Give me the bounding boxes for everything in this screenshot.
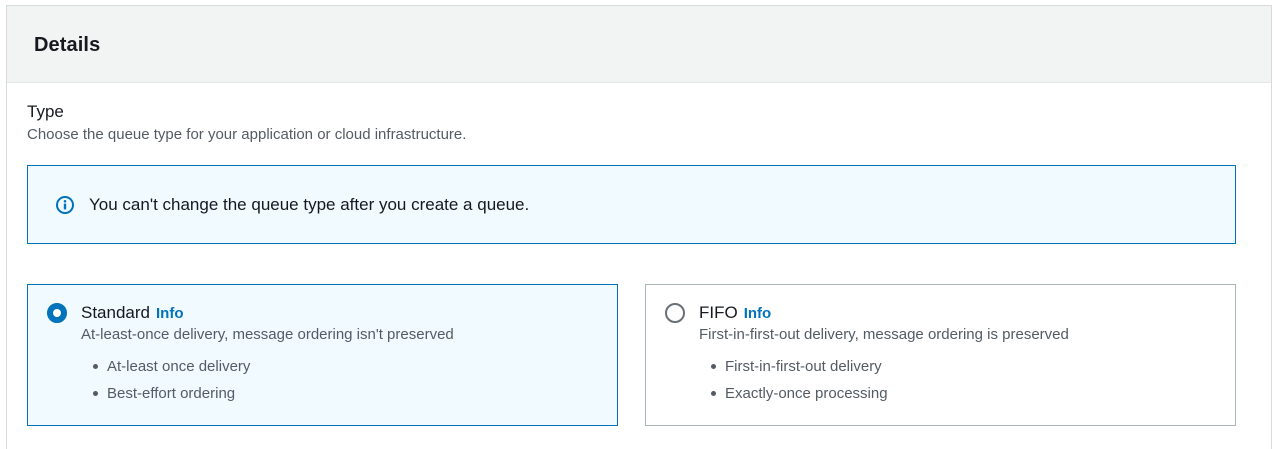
- feature-text: First-in-first-out delivery: [725, 358, 882, 375]
- feature-text: Best-effort ordering: [107, 385, 236, 402]
- list-item: First-in-first-out delivery: [699, 353, 888, 380]
- fifo-radio[interactable]: [665, 303, 685, 323]
- type-description: Choose the queue type for your applicati…: [27, 126, 467, 143]
- info-alert: You can't change the queue type after yo…: [27, 165, 1236, 244]
- fifo-description: First-in-first-out delivery, message ord…: [699, 326, 1069, 343]
- feature-text: At-least once delivery: [107, 358, 251, 375]
- type-label: Type: [27, 102, 64, 121]
- panel-header: Details: [7, 6, 1271, 83]
- fifo-info-link[interactable]: Info: [744, 305, 772, 322]
- bullet-icon: [93, 391, 98, 396]
- standard-description: At-least-once delivery, message ordering…: [81, 326, 454, 343]
- bullet-icon: [711, 364, 716, 369]
- bullet-icon: [711, 391, 716, 396]
- alert-text: You can't change the queue type after yo…: [89, 194, 530, 214]
- standard-feature-list: At-least once delivery Best-effort order…: [81, 353, 250, 407]
- standard-radio[interactable]: [47, 303, 67, 323]
- list-item: Exactly-once processing: [699, 380, 888, 407]
- fifo-feature-list: First-in-first-out delivery Exactly-once…: [699, 353, 888, 407]
- fifo-title: FIFO: [699, 303, 738, 322]
- bullet-icon: [93, 364, 98, 369]
- standard-info-link[interactable]: Info: [156, 305, 184, 322]
- info-circle-icon: [55, 195, 75, 215]
- list-item: Best-effort ordering: [81, 380, 250, 407]
- feature-text: Exactly-once processing: [725, 385, 888, 402]
- queue-type-fifo-tile[interactable]: FIFO Info First-in-first-out delivery, m…: [645, 284, 1236, 426]
- list-item: At-least once delivery: [81, 353, 250, 380]
- queue-type-standard-tile[interactable]: Standard Info At-least-once delivery, me…: [27, 284, 618, 426]
- panel-title: Details: [34, 33, 101, 56]
- standard-title: Standard: [81, 303, 150, 322]
